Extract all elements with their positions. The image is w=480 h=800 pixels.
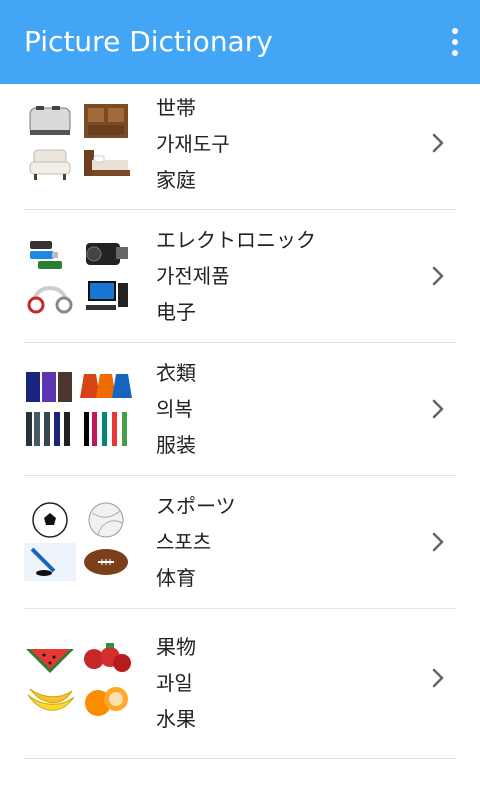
category-labels: 果物 과일 水果 [156, 629, 196, 737]
trousers-image [24, 410, 76, 448]
label-japanese: エレクトロニック [156, 228, 316, 252]
chevron-right-icon [432, 266, 444, 286]
label-korean: 스포츠 [156, 530, 212, 554]
soccer-ball-image [24, 501, 76, 539]
chevron-right-icon [432, 668, 444, 688]
label-korean: 과일 [156, 671, 193, 695]
category-thumbnails [24, 639, 132, 719]
label-chinese: 服装 [156, 433, 196, 457]
label-korean: 의복 [156, 397, 193, 421]
chevron-right-icon [432, 399, 444, 419]
category-thumbnails [24, 368, 132, 448]
headphones-image [24, 277, 76, 315]
label-japanese: 世帯 [156, 96, 196, 120]
category-labels: 世帯 가재도구 家庭 [156, 90, 230, 198]
skirts-image [80, 368, 132, 406]
label-chinese: 电子 [156, 300, 196, 324]
volleyball-image [80, 501, 132, 539]
oranges-image [80, 681, 132, 719]
label-chinese: 家庭 [156, 168, 196, 192]
watermelon-image [24, 639, 76, 677]
category-thumbnails [24, 102, 132, 182]
chevron-right-icon [432, 532, 444, 552]
usb-drives-image [24, 235, 76, 273]
shirts-image [24, 368, 76, 406]
category-item-fruit[interactable]: 果物 과일 水果 [0, 609, 480, 759]
toaster-image [24, 102, 76, 140]
app-title: Picture Dictionary [24, 25, 273, 58]
category-labels: スポーツ 스포츠 体育 [156, 488, 236, 596]
category-item-electronics[interactable]: エレクトロニック 가전제품 电子 [0, 210, 480, 343]
football-image [80, 543, 132, 581]
desktop-computer-image [80, 277, 132, 315]
category-item-household[interactable]: 世帯 가재도구 家庭 [0, 84, 480, 210]
category-item-clothing[interactable]: 衣類 의복 服装 [0, 343, 480, 476]
cabinet-image [80, 102, 132, 140]
label-japanese: 衣類 [156, 361, 196, 385]
label-chinese: 水果 [156, 707, 196, 731]
category-thumbnails [24, 235, 132, 315]
armchair-image [24, 144, 76, 182]
app-bar: Picture Dictionary [0, 0, 480, 84]
label-chinese: 体育 [156, 566, 196, 590]
category-list: 世帯 가재도구 家庭 エレクトロニック 가전제품 电子 衣類 의복 服装 スポー… [0, 84, 480, 759]
bed-image [80, 144, 132, 182]
label-japanese: 果物 [156, 635, 196, 659]
label-korean: 가전제품 [156, 264, 230, 288]
category-thumbnails [24, 501, 132, 581]
category-labels: 衣類 의복 服装 [156, 355, 196, 463]
camcorder-image [80, 235, 132, 273]
label-japanese: スポーツ [156, 494, 236, 518]
bananas-image [24, 681, 76, 719]
hockey-image [24, 543, 76, 581]
overflow-menu-icon[interactable] [440, 22, 470, 62]
label-korean: 가재도구 [156, 132, 230, 156]
category-labels: エレクトロニック 가전제품 电子 [156, 222, 316, 330]
strawberries-image [80, 639, 132, 677]
chevron-right-icon [432, 133, 444, 153]
category-item-sports[interactable]: スポーツ 스포츠 体育 [0, 476, 480, 609]
divider [24, 758, 456, 759]
leggings-image [80, 410, 132, 448]
